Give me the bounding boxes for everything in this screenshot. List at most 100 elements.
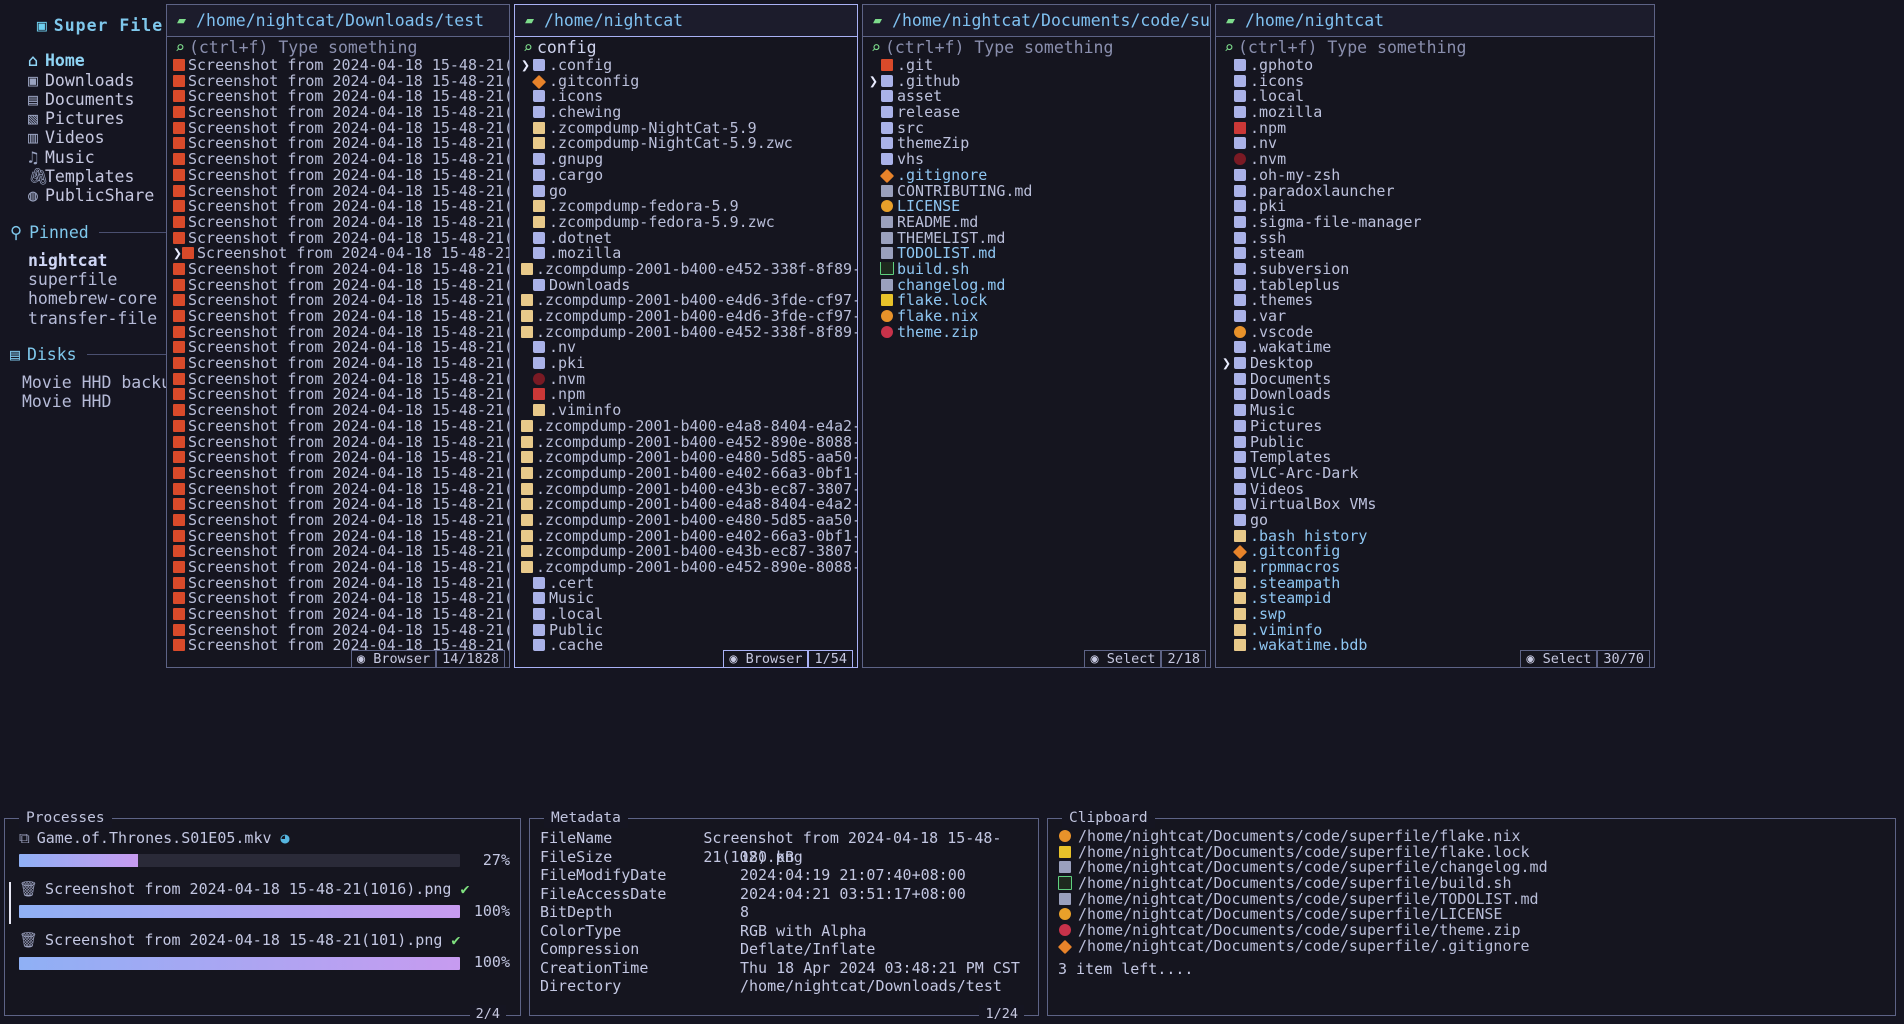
file-row[interactable]: flake.nix	[863, 309, 1210, 325]
file-panel-3[interactable]: ▰/home/nightcat/Documents/code/superfile…	[862, 4, 1211, 668]
file-row[interactable]: Screenshot from 2024-04-18 15-48-21(1...	[167, 152, 509, 168]
file-row[interactable]: VirtualBox VMs	[1216, 497, 1654, 513]
file-row[interactable]: .zcompdump-fedora-5.9.zwc	[515, 215, 857, 231]
file-row[interactable]: .gnupg	[515, 152, 857, 168]
file-row[interactable]: LICENSE	[863, 199, 1210, 215]
file-row[interactable]: .zcompdump-2001-b400-e43b-ec87-3807-4...	[515, 544, 857, 560]
file-row[interactable]: Screenshot from 2024-04-18 15-48-21(1...	[167, 591, 509, 607]
file-row[interactable]: Screenshot from 2024-04-18 15-48-21(1...	[167, 89, 509, 105]
file-row[interactable]: Screenshot from 2024-04-18 15-48-21(1...	[167, 387, 509, 403]
file-row[interactable]: .zcompdump-2001-b400-e452-338f-8f89-4...	[515, 262, 857, 278]
file-row[interactable]: Screenshot from 2024-04-18 15-48-21(1...	[167, 356, 509, 372]
file-row[interactable]: .var	[1216, 309, 1654, 325]
file-row[interactable]: .pki	[515, 356, 857, 372]
file-row[interactable]: .nv	[515, 340, 857, 356]
file-row[interactable]: Screenshot from 2024-04-18 15-48-21(1...	[167, 325, 509, 341]
file-row[interactable]: Videos	[1216, 482, 1654, 498]
file-row[interactable]: Downloads	[1216, 387, 1654, 403]
file-row[interactable]: Screenshot from 2024-04-18 15-48-21(1...	[167, 215, 509, 231]
file-row[interactable]: Screenshot from 2024-04-18 15-48-21(1...	[167, 576, 509, 592]
file-row[interactable]: TODOLIST.md	[863, 246, 1210, 262]
process-item[interactable]: ⧉Game.of.Thrones.S01E05.mkv◕27%	[15, 829, 510, 870]
file-row[interactable]: Screenshot from 2024-04-18 15-48-21(1...	[167, 497, 509, 513]
file-row[interactable]: ❯Screenshot from 2024-04-18 15-48-21(1..…	[167, 246, 509, 262]
search-input[interactable]: ⌕(ctrl+f) Type something	[863, 37, 1210, 58]
file-row[interactable]: .nvm	[1216, 152, 1654, 168]
file-row[interactable]: Screenshot from 2024-04-18 15-48-21(1...	[167, 262, 509, 278]
file-row[interactable]: .icons	[515, 89, 857, 105]
file-row[interactable]: Screenshot from 2024-04-18 15-48-21(1...	[167, 74, 509, 90]
file-row[interactable]: .nv	[1216, 136, 1654, 152]
file-row[interactable]: .sigma-file-manager	[1216, 215, 1654, 231]
file-row[interactable]: themeZip	[863, 136, 1210, 152]
file-row[interactable]: changelog.md	[863, 278, 1210, 294]
file-panel-1[interactable]: ▰/home/nightcat/Downloads/test⌕(ctrl+f) …	[166, 4, 510, 668]
file-row[interactable]: .zcompdump-2001-b400-e452-890e-8088-1...	[515, 560, 857, 576]
file-row[interactable]: Public	[515, 623, 857, 639]
file-row[interactable]: Screenshot from 2024-04-18 15-48-21(1...	[167, 544, 509, 560]
file-row[interactable]: .paradoxlauncher	[1216, 184, 1654, 200]
file-row[interactable]: Screenshot from 2024-04-18 15-48-21(1...	[167, 168, 509, 184]
panel-mode[interactable]: ◉ Select	[1520, 650, 1597, 668]
file-row[interactable]: Pictures	[1216, 419, 1654, 435]
panel-mode[interactable]: ◉ Browser	[723, 650, 808, 668]
file-row[interactable]: .chewing	[515, 105, 857, 121]
file-row[interactable]: Screenshot from 2024-04-18 15-48-21(1...	[167, 231, 509, 247]
file-row[interactable]: .gitignore	[863, 168, 1210, 184]
panel-mode[interactable]: ◉ Browser	[351, 650, 436, 668]
file-row[interactable]: .vscode	[1216, 325, 1654, 341]
file-row[interactable]: .dotnet	[515, 231, 857, 247]
file-row[interactable]: Screenshot from 2024-04-18 15-48-21(1...	[167, 513, 509, 529]
file-row[interactable]: Screenshot from 2024-04-18 15-48-21(1...	[167, 184, 509, 200]
file-row[interactable]: Screenshot from 2024-04-18 15-48-21(1...	[167, 466, 509, 482]
file-row[interactable]: Screenshot from 2024-04-18 15-48-21(1...	[167, 309, 509, 325]
file-row[interactable]: .zcompdump-2001-b400-e452-890e-8088-1...	[515, 435, 857, 451]
file-panel-4[interactable]: ▰/home/nightcat⌕(ctrl+f) Type something.…	[1215, 4, 1655, 668]
file-row[interactable]: Templates	[1216, 450, 1654, 466]
file-row[interactable]: .viminfo	[1216, 623, 1654, 639]
search-input[interactable]: ⌕(ctrl+f) Type something	[167, 37, 509, 58]
search-input[interactable]: ⌕config	[515, 37, 857, 58]
process-item[interactable]: 🗑Screenshot from 2024-04-18 15-48-21(101…	[15, 880, 510, 921]
file-row[interactable]: .zcompdump-2001-b400-e480-5d85-aa50-b...	[515, 450, 857, 466]
file-row[interactable]: ❯.config	[515, 58, 857, 74]
file-row[interactable]: Screenshot from 2024-04-18 15-48-21(1...	[167, 136, 509, 152]
file-row[interactable]: CONTRIBUTING.md	[863, 184, 1210, 200]
file-row[interactable]: Screenshot from 2024-04-18 15-48-21(1...	[167, 560, 509, 576]
file-row[interactable]: .ssh	[1216, 231, 1654, 247]
file-row[interactable]: .zcompdump-NightCat-5.9	[515, 121, 857, 137]
process-item[interactable]: 🗑Screenshot from 2024-04-18 15-48-21(101…	[15, 931, 510, 972]
panel-mode[interactable]: ◉ Select	[1084, 650, 1161, 668]
file-row[interactable]: .gphoto	[1216, 58, 1654, 74]
file-row[interactable]: .zcompdump-fedora-5.9	[515, 199, 857, 215]
file-row[interactable]: theme.zip	[863, 325, 1210, 341]
file-row[interactable]: vhs	[863, 152, 1210, 168]
file-row[interactable]: README.md	[863, 215, 1210, 231]
file-row[interactable]: Documents	[1216, 372, 1654, 388]
file-row[interactable]: .viminfo	[515, 403, 857, 419]
file-row[interactable]: .bash_history	[1216, 529, 1654, 545]
file-row[interactable]: Screenshot from 2024-04-18 15-48-21(1...	[167, 105, 509, 121]
file-row[interactable]: .rpmmacros	[1216, 560, 1654, 576]
clipboard-item[interactable]: /home/nightcat/Documents/code/superfile/…	[1058, 939, 1885, 955]
file-row[interactable]: Music	[515, 591, 857, 607]
file-row[interactable]: .zcompdump-2001-b400-e480-5d85-aa50-b...	[515, 513, 857, 529]
file-row[interactable]: flake.lock	[863, 293, 1210, 309]
file-row[interactable]: Screenshot from 2024-04-18 15-48-21(1...	[167, 340, 509, 356]
file-row[interactable]: release	[863, 105, 1210, 121]
file-row[interactable]: .zcompdump-2001-b400-e4d6-3fde-cf97-b...	[515, 293, 857, 309]
file-row[interactable]: .zcompdump-2001-b400-e402-66a3-0bf1-5...	[515, 466, 857, 482]
file-row[interactable]: Screenshot from 2024-04-18 15-48-21(1...	[167, 293, 509, 309]
file-row[interactable]: .zcompdump-2001-b400-e452-338f-8f89-4...	[515, 325, 857, 341]
file-row[interactable]: .steam	[1216, 246, 1654, 262]
file-row[interactable]: .wakatime	[1216, 340, 1654, 356]
file-row[interactable]: .nvm	[515, 372, 857, 388]
file-row[interactable]: .subversion	[1216, 262, 1654, 278]
file-row[interactable]: .local	[1216, 89, 1654, 105]
file-row[interactable]: Screenshot from 2024-04-18 15-48-21(1...	[167, 372, 509, 388]
file-panel-2[interactable]: ▰/home/nightcat⌕config❯.config.gitconfig…	[514, 4, 858, 668]
file-row[interactable]: .local	[515, 607, 857, 623]
file-row[interactable]: Screenshot from 2024-04-18 15-48-21(1...	[167, 529, 509, 545]
file-row[interactable]: .themes	[1216, 293, 1654, 309]
file-row[interactable]: Screenshot from 2024-04-18 15-48-21(1...	[167, 419, 509, 435]
